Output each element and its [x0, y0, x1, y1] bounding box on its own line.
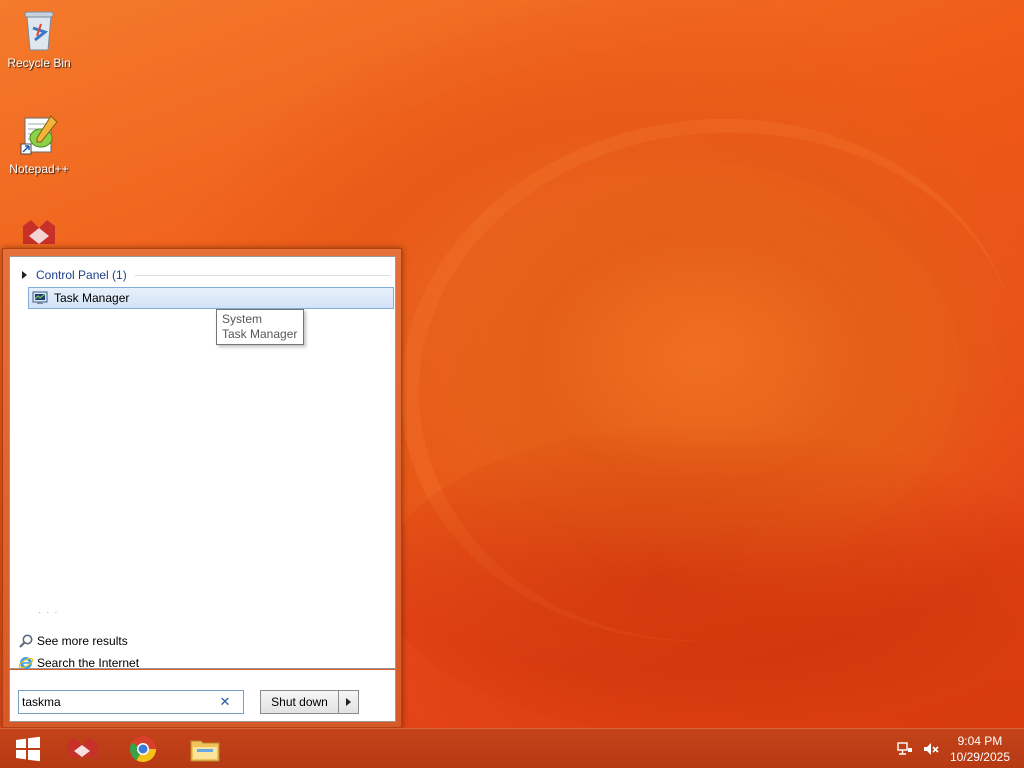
app-shortcut-icon — [67, 737, 97, 757]
tooltip: System Task Manager — [216, 309, 304, 345]
task-manager-icon — [32, 291, 48, 304]
search-icon — [19, 634, 33, 648]
clock[interactable]: 9:04 PM 10/29/2025 — [950, 733, 1010, 765]
taskbar-app-shortcut[interactable] — [54, 729, 110, 769]
expand-arrow-icon — [22, 271, 27, 279]
taskbar-file-explorer[interactable] — [177, 729, 233, 769]
group-divider — [134, 274, 390, 276]
recycle-bin-icon — [24, 11, 54, 51]
start-menu: Control Panel (1) Task Manager System Ta… — [2, 248, 402, 728]
start-search-box[interactable]: ✕ — [18, 690, 244, 714]
internet-explorer-icon — [18, 657, 34, 669]
system-tray — [896, 729, 940, 769]
desktop-icon-label: Recycle Bin — [7, 56, 71, 70]
desktop-icon-label: Notepad++ — [9, 162, 69, 176]
wallpaper-swirl-inner — [400, 160, 960, 580]
file-explorer-icon — [190, 740, 220, 762]
desktop-icon-notepad-plus-plus[interactable]: Notepad++ — [1, 112, 77, 176]
group-header-label: Control Panel (1) — [36, 268, 127, 282]
shutdown-group: Shut down — [260, 690, 359, 714]
wallpaper-swirl — [366, 79, 1024, 681]
taskbar: 9:04 PM 10/29/2025 — [0, 728, 1024, 768]
start-button[interactable] — [0, 729, 56, 769]
wallpaper-dark-band — [380, 420, 1024, 728]
clear-search-icon[interactable]: ✕ — [215, 694, 235, 710]
desktop-icon-recycle-bin[interactable]: Recycle Bin — [1, 6, 77, 70]
tooltip-line-category: System — [222, 312, 263, 326]
start-bottom-bar: ✕ Shut down — [9, 670, 396, 722]
result-item-label: Task Manager — [54, 291, 130, 305]
divider-dots: · · · — [38, 607, 59, 618]
network-icon[interactable] — [896, 741, 914, 757]
search-results-pane: Control Panel (1) Task Manager System Ta… — [9, 256, 396, 670]
chrome-icon — [129, 736, 157, 763]
taskbar-chrome[interactable] — [115, 729, 171, 769]
volume-muted-icon[interactable] — [922, 741, 940, 757]
search-input[interactable] — [19, 694, 215, 710]
see-more-results-label: See more results — [37, 634, 128, 648]
results-group-header[interactable]: Control Panel (1) — [20, 267, 390, 283]
clock-time: 9:04 PM — [957, 734, 1003, 748]
see-more-results-link[interactable]: See more results — [18, 632, 128, 650]
tooltip-line-name: Task Manager — [222, 327, 298, 341]
shutdown-button[interactable]: Shut down — [260, 690, 339, 714]
result-item-task-manager[interactable]: Task Manager — [28, 287, 394, 309]
search-internet-label: Search the Internet — [37, 656, 140, 670]
chevron-right-icon — [346, 698, 351, 706]
shutdown-options-button[interactable] — [339, 690, 359, 714]
notepad-plus-plus-icon — [20, 115, 58, 155]
start-icon — [16, 736, 40, 762]
clock-date: 10/29/2025 — [949, 750, 1010, 764]
